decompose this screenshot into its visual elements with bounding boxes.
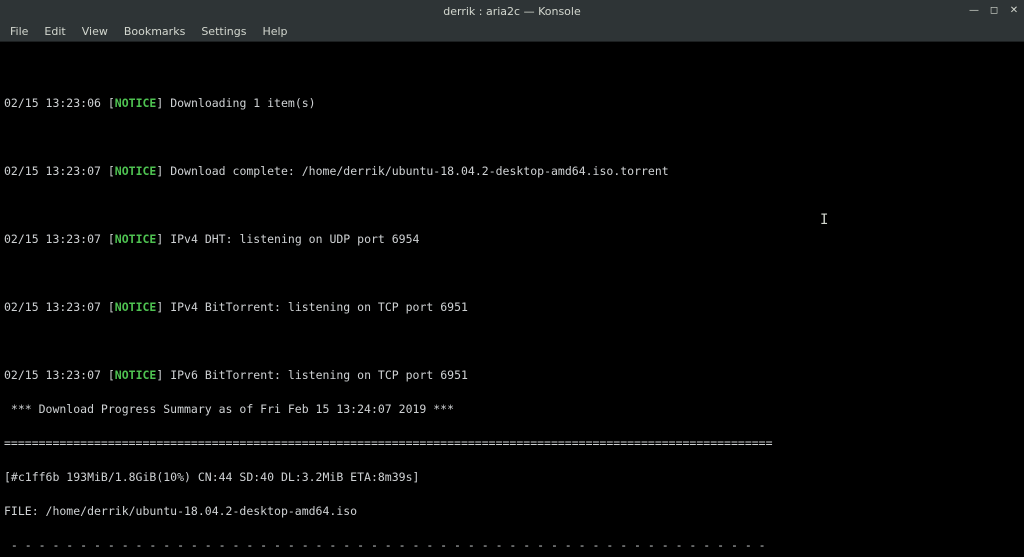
notice-tag: NOTICE: [115, 232, 157, 246]
terminal-output[interactable]: 02/15 13:23:06 [NOTICE] Downloading 1 it…: [0, 42, 1024, 557]
log-ts: 02/15 13:23:07: [4, 368, 101, 382]
menubar: File Edit View Bookmarks Settings Help: [0, 22, 1024, 42]
log-ts: 02/15 13:23:07: [4, 232, 101, 246]
log-ts: 02/15 13:23:07: [4, 300, 101, 314]
log-msg: IPv6 BitTorrent: listening on TCP port 6…: [170, 368, 468, 382]
notice-tag: NOTICE: [115, 164, 157, 178]
menu-help[interactable]: Help: [256, 23, 293, 40]
menu-file[interactable]: File: [4, 23, 34, 40]
log-msg: IPv4 BitTorrent: listening on TCP port 6…: [170, 300, 468, 314]
progress-stat: [#c1ff6b 193MiB/1.8GiB(10%) CN:44 SD:40 …: [4, 469, 1020, 486]
notice-tag: NOTICE: [115, 300, 157, 314]
window-titlebar: derrik : aria2c — Konsole — ◻ ✕: [0, 0, 1024, 22]
log-ts: 02/15 13:23:06: [4, 96, 101, 110]
menu-bookmarks[interactable]: Bookmarks: [118, 23, 191, 40]
menu-edit[interactable]: Edit: [38, 23, 71, 40]
log-msg: IPv4 DHT: listening on UDP port 6954: [170, 232, 419, 246]
notice-tag: NOTICE: [115, 96, 157, 110]
log-msg: Downloading 1 item(s): [170, 96, 315, 110]
progress-summary-header: *** Download Progress Summary as of Fri …: [4, 401, 1020, 418]
maximize-icon[interactable]: ◻: [988, 5, 1000, 17]
menu-settings[interactable]: Settings: [195, 23, 252, 40]
text-cursor-icon: I: [820, 212, 828, 229]
close-icon[interactable]: ✕: [1008, 5, 1020, 17]
window-controls: — ◻ ✕: [968, 5, 1020, 17]
separator-eq: ========================================…: [4, 435, 1020, 452]
file-line: FILE: /home/derrik/ubuntu-18.04.2-deskto…: [4, 503, 1020, 520]
log-msg: Download complete: /home/derrik/ubuntu-1…: [170, 164, 669, 178]
separator-dash: - - - - - - - - - - - - - - - - - - - - …: [4, 537, 1020, 554]
minimize-icon[interactable]: —: [968, 5, 980, 17]
window-title: derrik : aria2c — Konsole: [0, 5, 1024, 18]
log-ts: 02/15 13:23:07: [4, 164, 101, 178]
menu-view[interactable]: View: [76, 23, 114, 40]
notice-tag: NOTICE: [115, 368, 157, 382]
